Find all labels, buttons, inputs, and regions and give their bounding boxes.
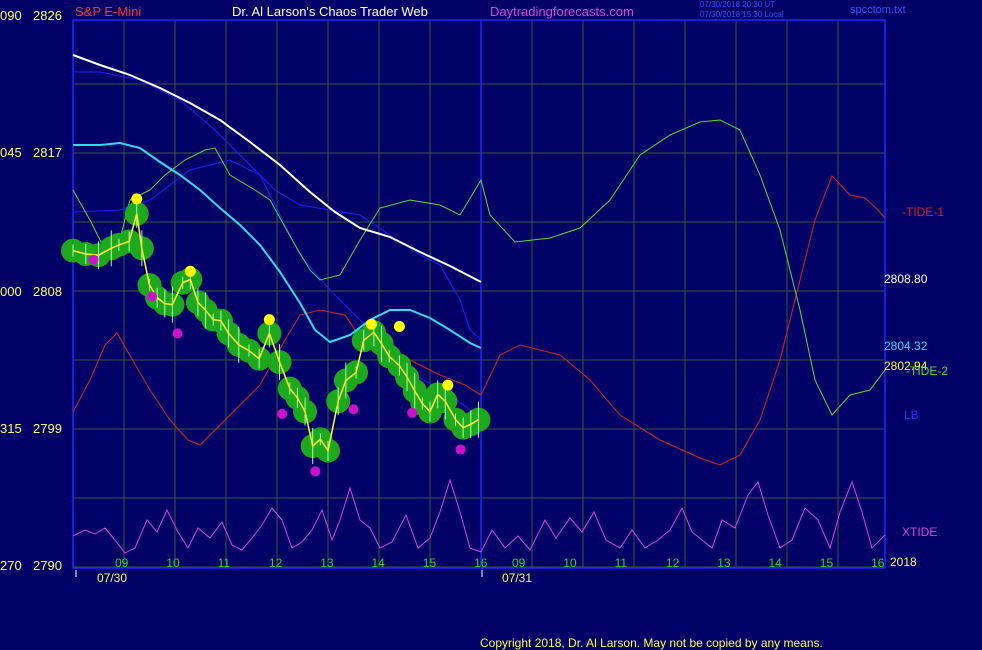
x-axis: 09 10 11 12 13 14 15 16 09 10 11 12 13 14 15 16 07/30 07/…: [75, 556, 885, 585]
site-link[interactable]: Daytradingforecasts.com: [490, 4, 634, 19]
yellow-signal-dot: [131, 193, 143, 205]
xtide-line: [72, 478, 886, 554]
x-tick-label: 11: [615, 556, 628, 570]
data-file-name: spcctom.txt: [850, 4, 906, 16]
symbol-title: S&P E-Mini: [75, 4, 142, 19]
magenta-signal-dot: [310, 466, 321, 477]
x-tick-label: 10: [563, 556, 577, 570]
magenta-signal-dot: [455, 444, 466, 455]
yellow-signal-dot: [263, 314, 275, 326]
magenta-signal-dot: [407, 407, 418, 418]
last-price-label: 2808.80: [884, 272, 928, 286]
magenta-signal-dot: [277, 408, 288, 419]
yellow-signal-dot: [365, 318, 377, 330]
x-tick-label: 14: [769, 556, 783, 570]
y-tick-label: 2826: [33, 8, 62, 23]
x-tick-label: 11: [218, 556, 231, 570]
x-tick-label: 12: [666, 556, 680, 570]
date-label: 07/30: [97, 571, 127, 585]
y-outer-tick-label: 000: [0, 284, 22, 299]
x-tick-label: 16: [871, 556, 885, 570]
x-tick-label: 09: [115, 556, 129, 570]
copyright-notice: Copyright 2018, Dr. Al Larson. May not b…: [480, 636, 823, 650]
y-tick-label: 2799: [33, 421, 62, 436]
chart-canvas: 090 2826 045 2817 000 2808 315 2799 270 2790 09 10…: [0, 8, 886, 585]
x-tick-label: 10: [166, 556, 180, 570]
yellow-signal-dot: [393, 321, 405, 332]
tide2-label: -TIDE-2: [906, 364, 948, 378]
magenta-signal-dot: [348, 404, 359, 415]
yellow-signal-dot: [184, 265, 196, 277]
timestamp-local: 07/30/2018 15:30 Local: [700, 10, 784, 19]
author-title: Dr. Al Larson's Chaos Trader Web: [232, 4, 428, 19]
x-tick-label: 12: [269, 556, 283, 570]
price-band: [61, 201, 491, 463]
x-tick-label: 13: [717, 556, 731, 570]
y-tick-label: 2790: [33, 558, 62, 573]
x-tick-label: 15: [820, 556, 834, 570]
lb-label: LB: [904, 408, 919, 422]
tide2-forecast-line: [72, 119, 886, 416]
magenta-signal-dot: [88, 254, 99, 265]
year-label: 2018: [890, 555, 917, 569]
y-axis: 090 2826 045 2817 000 2808 315 2799 270 2790: [0, 8, 62, 573]
x-tick-label: 16: [474, 556, 488, 570]
magenta-signal-dot: [172, 328, 183, 339]
timestamp-ut: 07/30/2018 20:30 UT: [700, 0, 776, 9]
xtide-label: XTIDE: [902, 525, 938, 539]
date-label: 07/31: [502, 571, 532, 585]
x-tick-label: 13: [320, 556, 334, 570]
y-outer-tick-label: 045: [0, 145, 22, 160]
y-outer-tick-label: 315: [0, 421, 22, 436]
yellow-signal-dot: [442, 379, 454, 391]
y-outer-tick-label: 090: [0, 8, 22, 23]
tide1-label: -TIDE-1: [902, 205, 944, 219]
x-tick-label: 15: [423, 556, 437, 570]
x-tick-label: 09: [512, 556, 526, 570]
y-outer-tick-label: 270: [0, 558, 22, 573]
y-tick-label: 2817: [33, 145, 62, 160]
magenta-signal-dot: [147, 291, 158, 302]
y-tick-label: 2808: [33, 284, 62, 299]
x-tick-label: 14: [372, 556, 386, 570]
cyan-average-label: 2804.32: [884, 339, 928, 353]
